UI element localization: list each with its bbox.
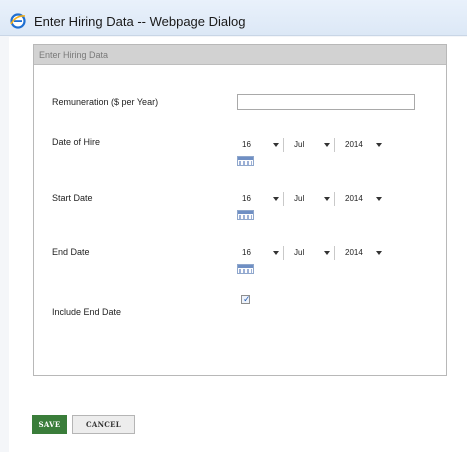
remuneration-label: Remuneration ($ per Year): [52, 97, 159, 107]
start-day-select[interactable]: 16: [237, 192, 284, 206]
calendar-icon[interactable]: [237, 264, 254, 274]
remuneration-input[interactable]: [237, 94, 415, 110]
chevron-down-icon: [273, 197, 279, 201]
hire-month-select[interactable]: Jul: [289, 138, 335, 152]
end-day-select[interactable]: 16: [237, 246, 284, 260]
dialog-body: Enter Hiring Data Remuneration ($ per Ye…: [9, 37, 467, 452]
chevron-down-icon: [376, 251, 382, 255]
dialog-title-bar: Enter Hiring Data -- Webpage Dialog: [0, 0, 467, 36]
end-year-value: 2014: [345, 248, 363, 257]
end-day-value: 16: [242, 248, 251, 257]
include-end-date-checkbox[interactable]: ✓: [241, 294, 251, 304]
calendar-icon[interactable]: [237, 156, 254, 166]
ie-icon: [10, 13, 26, 29]
hire-year-value: 2014: [345, 140, 363, 149]
start-date-label: Start Date: [52, 193, 93, 203]
chevron-down-icon: [324, 143, 330, 147]
start-year-select[interactable]: 2014: [340, 192, 386, 206]
start-day-value: 16: [242, 194, 251, 203]
start-year-value: 2014: [345, 194, 363, 203]
dialog-title: Enter Hiring Data -- Webpage Dialog: [34, 14, 246, 29]
chevron-down-icon: [273, 143, 279, 147]
cancel-button[interactable]: CANCEL: [72, 415, 135, 434]
end-month-value: Jul: [294, 248, 305, 257]
hire-month-value: Jul: [294, 140, 305, 149]
end-date-label: End Date: [52, 247, 90, 257]
chevron-down-icon: [324, 251, 330, 255]
chevron-down-icon: [324, 197, 330, 201]
chevron-down-icon: [376, 197, 382, 201]
calendar-icon[interactable]: [237, 210, 254, 220]
hire-day-value: 16: [242, 140, 251, 149]
include-end-date-label: Include End Date: [52, 307, 122, 317]
checkmark-icon: ✓: [243, 294, 251, 304]
end-month-select[interactable]: Jul: [289, 246, 335, 260]
hire-day-select[interactable]: 16: [237, 138, 284, 152]
save-button[interactable]: SAVE: [32, 415, 67, 434]
date-of-hire-label: Date of Hire: [52, 137, 101, 147]
hire-year-select[interactable]: 2014: [340, 138, 386, 152]
chevron-down-icon: [376, 143, 382, 147]
panel-header: Enter Hiring Data: [34, 45, 446, 65]
end-year-select[interactable]: 2014: [340, 246, 386, 260]
chevron-down-icon: [273, 251, 279, 255]
start-month-value: Jul: [294, 194, 305, 203]
start-month-select[interactable]: Jul: [289, 192, 335, 206]
hiring-data-panel: Enter Hiring Data Remuneration ($ per Ye…: [33, 44, 447, 376]
